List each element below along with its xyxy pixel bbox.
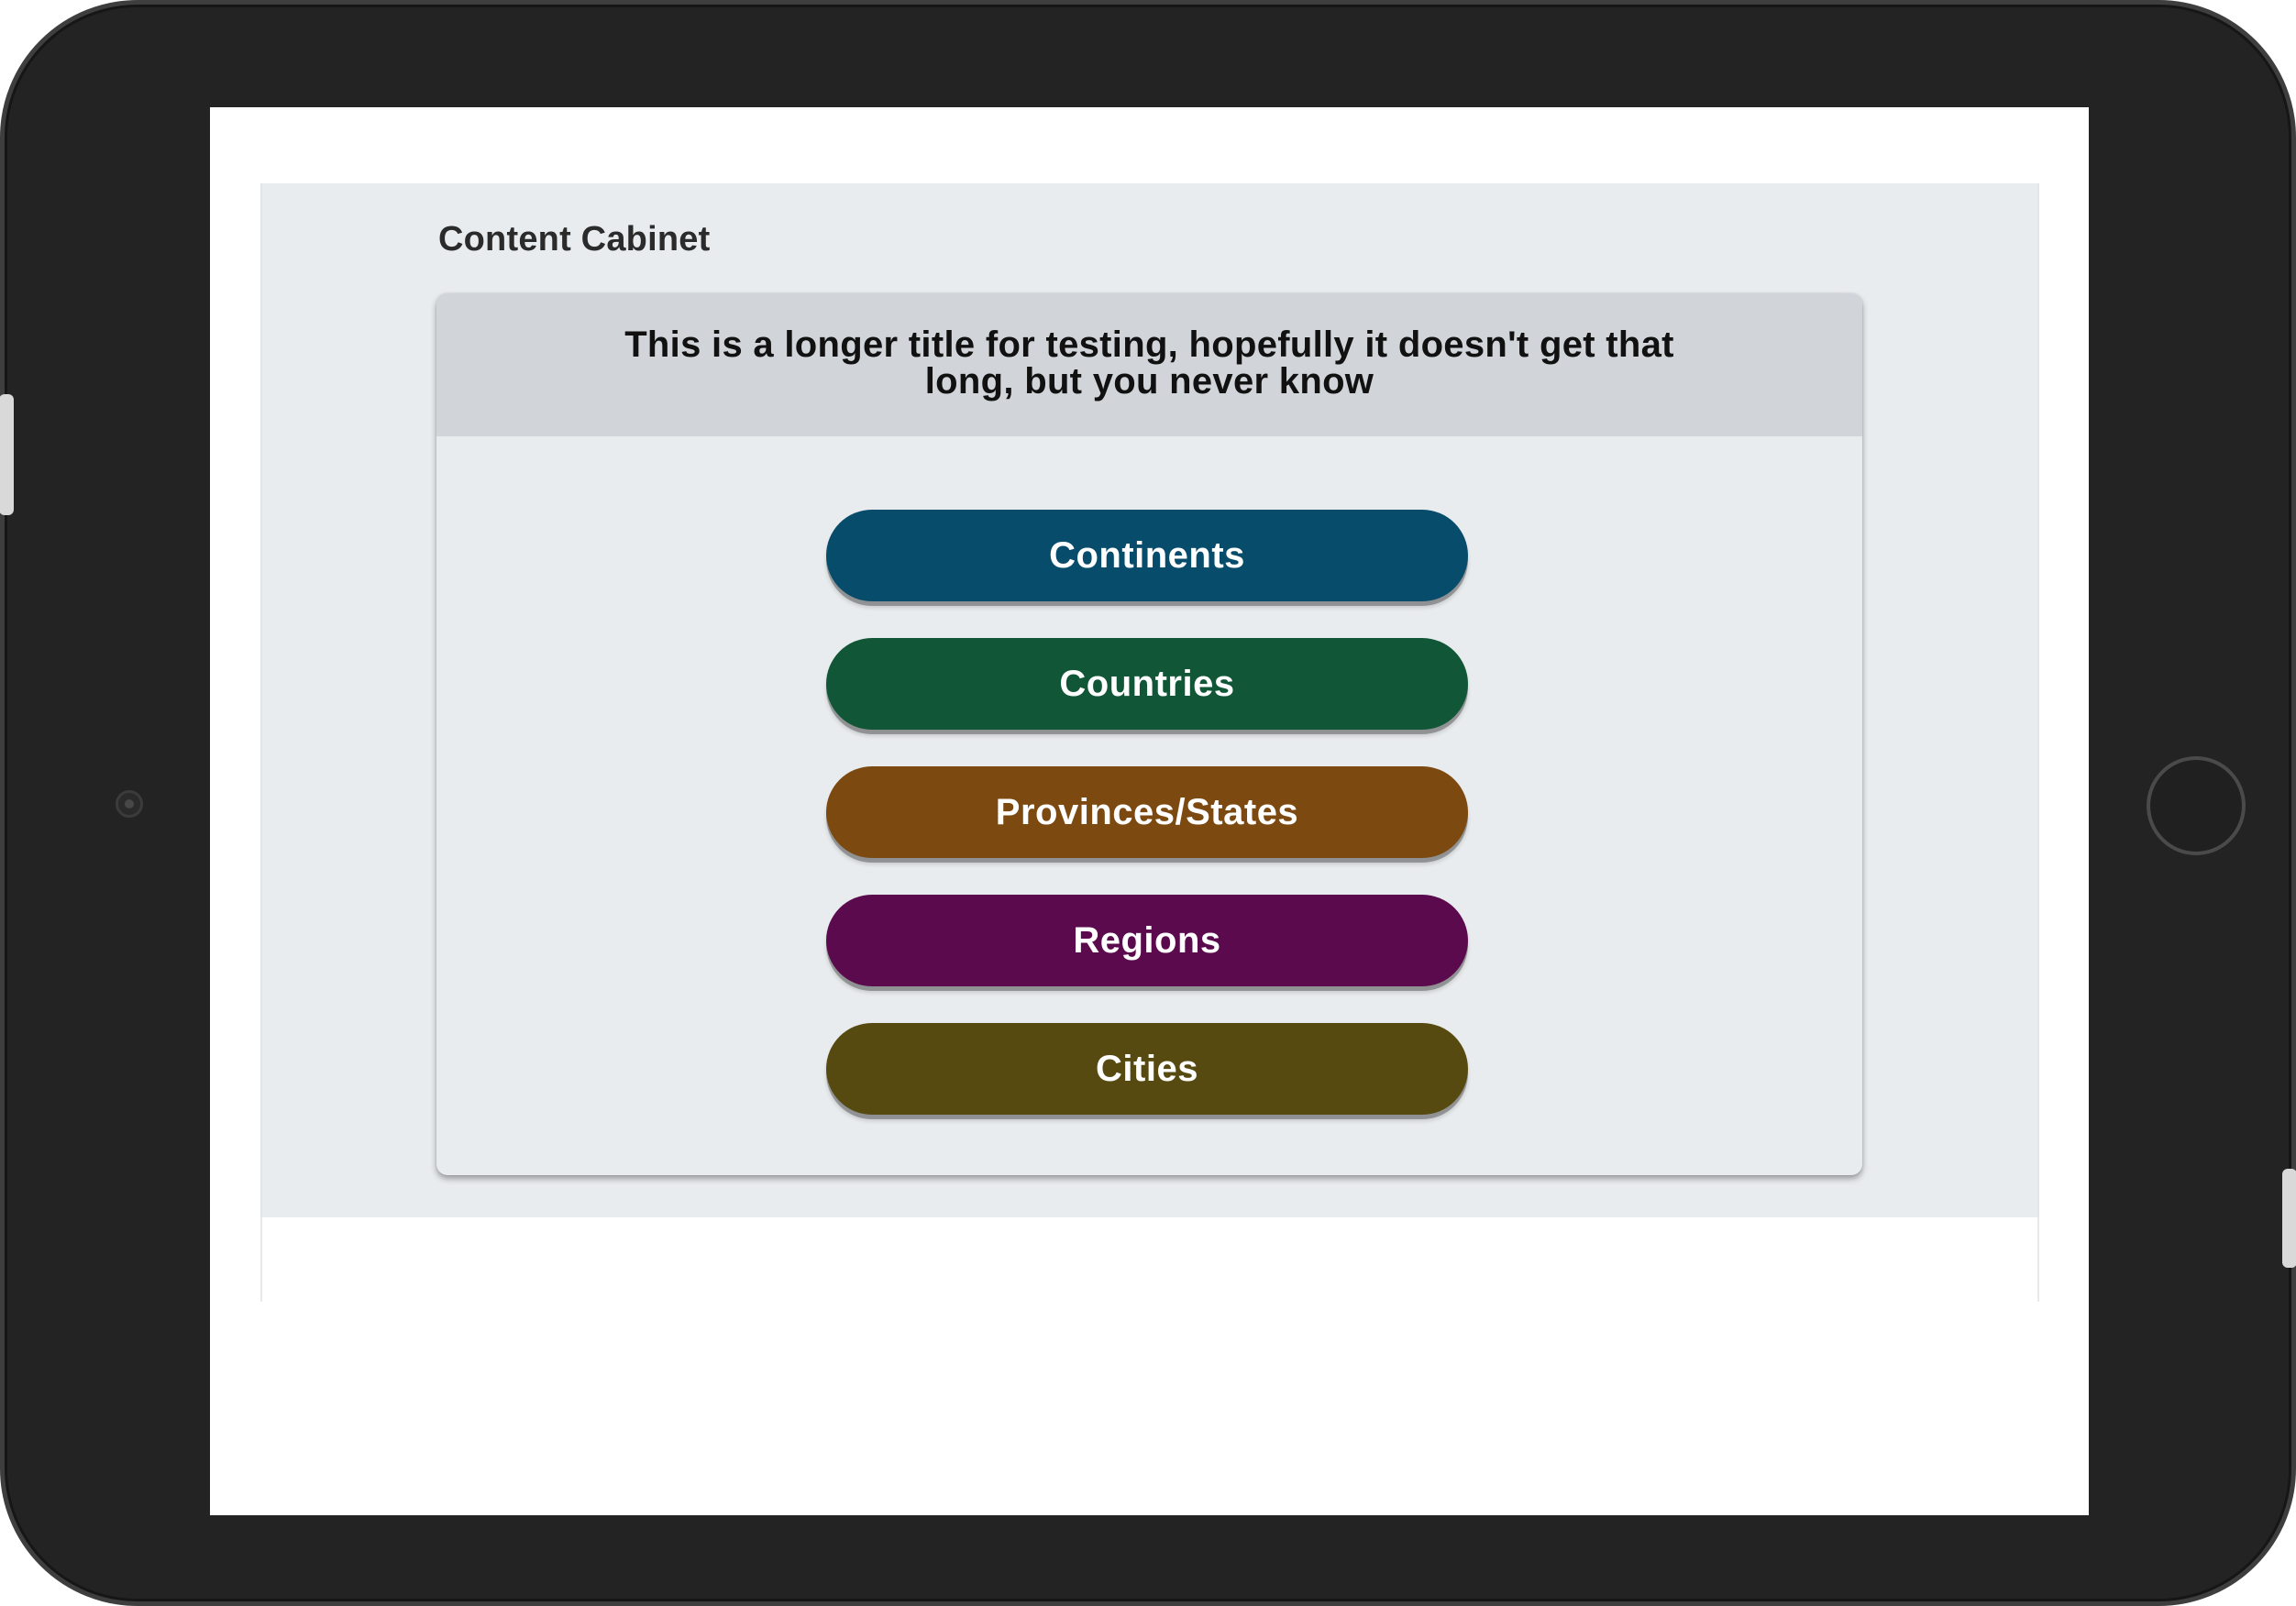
side-button-left bbox=[0, 394, 14, 515]
panel-lower-border-left bbox=[260, 1217, 262, 1302]
tablet-frame: Content Cabinet This is a longer title f… bbox=[0, 0, 2296, 1606]
regions-button[interactable]: Regions bbox=[826, 895, 1468, 986]
content-cabinet-panel: Content Cabinet This is a longer title f… bbox=[260, 183, 2039, 1217]
cities-button[interactable]: Cities bbox=[826, 1023, 1468, 1115]
category-button-list: Continents Countries Provinces/States Re… bbox=[826, 510, 1468, 1115]
page-title: Content Cabinet bbox=[438, 220, 711, 258]
home-button-icon[interactable] bbox=[2147, 756, 2246, 855]
continents-button[interactable]: Continents bbox=[826, 510, 1468, 601]
cabinet-header: This is a longer title for testing, hope… bbox=[436, 293, 1862, 436]
cabinet-card: This is a longer title for testing, hope… bbox=[436, 293, 1862, 1175]
side-button-right bbox=[2282, 1169, 2296, 1268]
countries-button[interactable]: Countries bbox=[826, 638, 1468, 730]
cabinet-title: This is a longer title for testing, hope… bbox=[624, 324, 1674, 402]
camera-icon bbox=[116, 790, 143, 818]
provinces-states-button[interactable]: Provinces/States bbox=[826, 766, 1468, 858]
panel-lower-border-right bbox=[2037, 1217, 2039, 1302]
tablet-screen: Content Cabinet This is a longer title f… bbox=[210, 107, 2089, 1515]
